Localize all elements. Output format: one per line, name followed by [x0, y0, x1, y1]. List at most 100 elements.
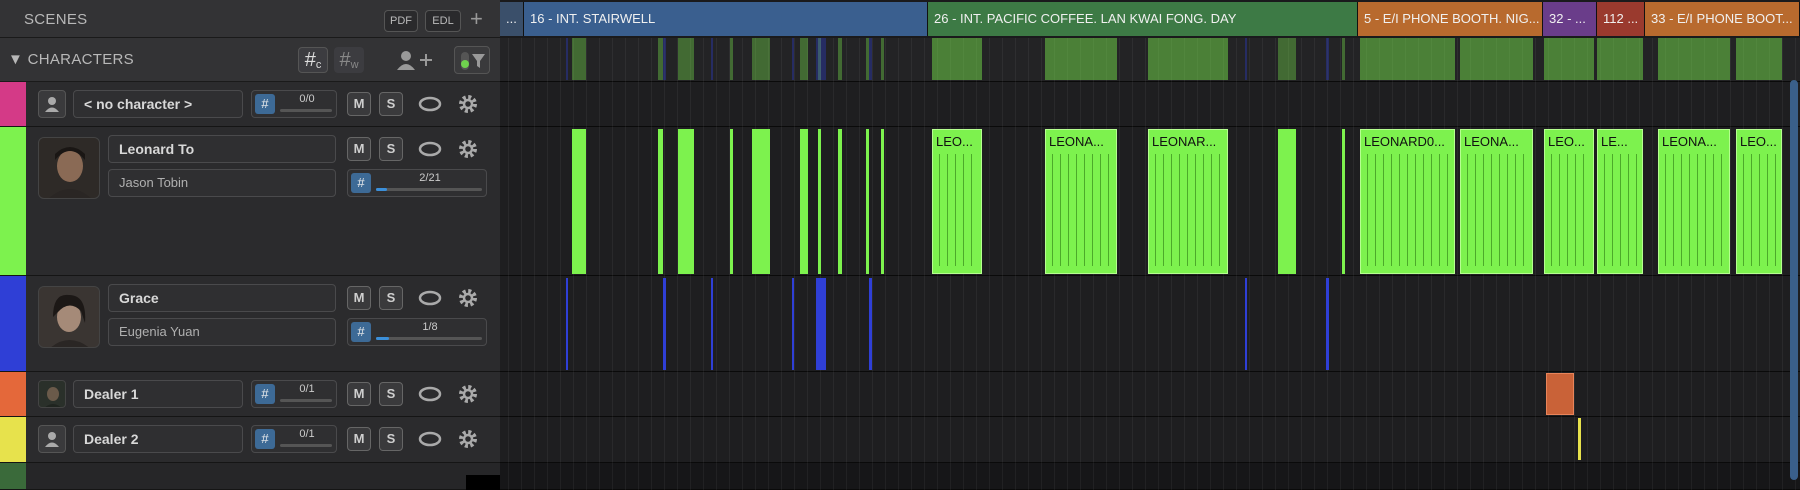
grace-block[interactable] — [869, 278, 872, 370]
solo-button[interactable]: S — [379, 427, 403, 451]
character-row-grace[interactable]: Grace Eugenia Yuan M S # 1/8 — [0, 276, 500, 372]
overview-block[interactable] — [881, 38, 884, 80]
scene-block[interactable]: 5 - E/I PHONE BOOTH. NIG... — [1358, 2, 1543, 36]
grace-block[interactable] — [816, 278, 826, 370]
scene-count-toggle[interactable]: # c — [298, 47, 328, 73]
overview-block[interactable] — [1460, 38, 1533, 80]
character-name-field[interactable]: Grace — [108, 284, 336, 312]
mute-button[interactable]: M — [347, 137, 371, 161]
gear-icon[interactable] — [456, 137, 480, 161]
actor-name-field[interactable]: Eugenia Yuan — [108, 318, 336, 346]
overview-block[interactable] — [869, 38, 872, 80]
overview-block[interactable] — [1736, 38, 1782, 80]
grace-block[interactable] — [663, 278, 666, 370]
scene-block[interactable]: 32 - ... — [1543, 2, 1597, 36]
character-name-field[interactable]: Leonard To — [108, 135, 336, 163]
leonard-block[interactable] — [881, 129, 884, 274]
solo-button[interactable]: S — [379, 286, 403, 310]
scene-block[interactable]: ... — [500, 2, 524, 36]
leonard-block[interactable] — [678, 129, 694, 274]
gear-icon[interactable] — [456, 382, 480, 406]
leonard-block[interactable] — [1278, 129, 1296, 274]
leonard-scene-block[interactable]: LEONARD0... — [1360, 129, 1455, 274]
overview-block[interactable] — [838, 38, 842, 80]
timeline[interactable]: ... 16 - INT. STAIRWELL 26 - INT. PACIFI… — [500, 0, 1800, 490]
character-row-leonard[interactable]: Leonard To Jason Tobin M S # 2/21 — [0, 127, 500, 276]
overview-block[interactable] — [1326, 38, 1329, 80]
leonard-block[interactable] — [572, 129, 586, 274]
edl-button[interactable]: EDL — [425, 10, 461, 32]
word-count-toggle[interactable]: # w — [334, 47, 364, 73]
overview-block[interactable] — [752, 38, 770, 80]
character-row-none[interactable]: < no character > # 0/0 M S — [0, 82, 500, 127]
visibility-icon[interactable] — [418, 92, 442, 116]
characters-title[interactable]: ▼ CHARACTERS — [8, 51, 134, 68]
character-name-field[interactable]: Dealer 1 — [73, 380, 243, 408]
gear-icon[interactable] — [456, 286, 480, 310]
solo-button[interactable]: S — [379, 92, 403, 116]
leonard-block[interactable] — [752, 129, 770, 274]
filter-toggle[interactable] — [454, 46, 490, 74]
character-row-partial[interactable] — [0, 463, 500, 490]
add-character-icon[interactable] — [394, 48, 434, 72]
dealer-1-block[interactable] — [1546, 373, 1574, 415]
overview-block[interactable] — [678, 38, 694, 80]
grace-block[interactable] — [711, 278, 713, 370]
grace-block[interactable] — [566, 278, 568, 370]
character-row-dealer-1[interactable]: Dealer 1 # 0/1 M S — [0, 372, 500, 417]
scene-block[interactable]: 112 ... — [1597, 2, 1645, 36]
leonard-scene-block[interactable]: LEONA... — [1045, 129, 1117, 274]
overview-block[interactable] — [1148, 38, 1228, 80]
add-scene-icon[interactable]: + — [470, 8, 483, 30]
character-name-field[interactable]: < no character > — [73, 90, 243, 118]
overview-block[interactable] — [1245, 38, 1247, 80]
mute-button[interactable]: M — [347, 382, 371, 406]
leonard-block[interactable] — [838, 129, 842, 274]
overview-block[interactable] — [816, 38, 826, 80]
solo-button[interactable]: S — [379, 137, 403, 161]
leonard-block[interactable] — [818, 129, 821, 274]
leonard-scene-block[interactable]: LEONA... — [1460, 129, 1533, 274]
grace-block[interactable] — [1326, 278, 1329, 370]
leonard-block[interactable] — [1342, 129, 1345, 274]
overview-block[interactable] — [1544, 38, 1594, 80]
overview-block[interactable] — [800, 38, 808, 80]
overview-block[interactable] — [932, 38, 982, 80]
overview-block[interactable] — [663, 38, 666, 80]
grace-block[interactable] — [1245, 278, 1247, 370]
overview-block[interactable] — [1658, 38, 1730, 80]
grace-block[interactable] — [792, 278, 794, 370]
timeline-scrollbar[interactable] — [1790, 80, 1798, 480]
visibility-icon[interactable] — [418, 137, 442, 161]
visibility-icon[interactable] — [418, 286, 442, 310]
leonard-scene-block[interactable]: LEO... — [932, 129, 982, 274]
overview-block[interactable] — [711, 38, 713, 80]
visibility-icon[interactable] — [418, 427, 442, 451]
mute-button[interactable]: M — [347, 427, 371, 451]
character-row-dealer-2[interactable]: Dealer 2 # 0/1 M S — [0, 417, 500, 463]
leonard-block[interactable] — [658, 129, 663, 274]
mute-button[interactable]: M — [347, 92, 371, 116]
scene-block[interactable]: 16 - INT. STAIRWELL — [524, 2, 928, 36]
scene-block[interactable]: 33 - E/I PHONE BOOT... — [1645, 2, 1800, 36]
overview-block[interactable] — [1278, 38, 1296, 80]
overview-block[interactable] — [792, 38, 794, 80]
pdf-button[interactable]: PDF — [384, 10, 418, 32]
leonard-block[interactable] — [866, 129, 869, 274]
leonard-block[interactable] — [730, 129, 733, 274]
leonard-block[interactable] — [800, 129, 808, 274]
dealer-2-block[interactable] — [1578, 418, 1581, 460]
overview-block[interactable] — [730, 38, 733, 80]
actor-name-field[interactable]: Jason Tobin — [108, 169, 336, 197]
leonard-scene-block[interactable]: LEO... — [1736, 129, 1782, 274]
overview-block[interactable] — [572, 38, 586, 80]
leonard-scene-block[interactable]: LEONA... — [1658, 129, 1730, 274]
overview-block[interactable] — [566, 38, 568, 80]
character-name-field[interactable]: Dealer 2 — [73, 425, 243, 453]
gear-icon[interactable] — [456, 427, 480, 451]
gear-icon[interactable] — [456, 92, 480, 116]
leonard-scene-block[interactable]: LEONAR... — [1148, 129, 1228, 274]
mute-button[interactable]: M — [347, 286, 371, 310]
visibility-icon[interactable] — [418, 382, 442, 406]
overview-block[interactable] — [1360, 38, 1455, 80]
